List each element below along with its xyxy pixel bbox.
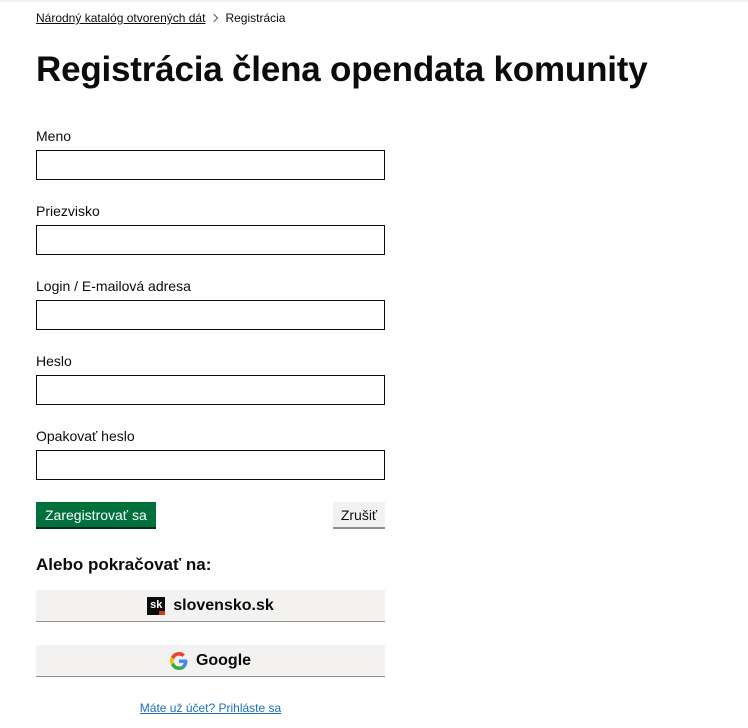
login-link[interactable]: Máte už účet? Prihláste sa	[140, 701, 281, 715]
password-label: Heslo	[36, 353, 72, 369]
first-name-group: Meno	[36, 127, 386, 180]
breadcrumb-home-link[interactable]: Národný katalóg otvorených dát	[36, 11, 205, 25]
password-repeat-input[interactable]	[36, 450, 385, 480]
google-login-button[interactable]: Google	[36, 645, 385, 677]
login-group: Login / E-mailová adresa	[36, 277, 386, 330]
google-logo-icon	[169, 651, 188, 670]
slovensko-sk-logo-icon: sk	[147, 596, 166, 615]
breadcrumb-current: Registrácia	[225, 11, 286, 25]
password-repeat-label: Opakovať heslo	[36, 428, 135, 444]
slovensko-sk-label: slovensko.sk	[173, 596, 274, 614]
password-input[interactable]	[36, 375, 385, 405]
last-name-input[interactable]	[36, 225, 385, 255]
register-button[interactable]: Zaregistrovať sa	[36, 502, 156, 529]
login-email-input[interactable]	[36, 300, 385, 330]
page-title: Registrácia člena opendata komunity	[36, 50, 648, 89]
cancel-button[interactable]: Zrušiť	[333, 502, 385, 529]
slovensko-sk-login-button[interactable]: sk slovensko.sk	[36, 590, 385, 622]
breadcrumb: Národný katalóg otvorených dát Registrác…	[36, 11, 285, 25]
password-group: Heslo	[36, 352, 386, 405]
chevron-right-icon	[210, 13, 219, 23]
first-name-input[interactable]	[36, 150, 385, 180]
top-bar	[0, 0, 748, 2]
first-name-label: Meno	[36, 128, 72, 144]
google-label: Google	[195, 651, 252, 669]
password-repeat-group: Opakovať heslo	[36, 427, 386, 480]
last-name-label: Priezvisko	[36, 203, 100, 219]
alternatives-heading: Alebo pokračovať na:	[36, 555, 212, 574]
last-name-group: Priezvisko	[36, 202, 386, 255]
login-label: Login / E-mailová adresa	[36, 278, 191, 294]
login-link-container: Máte už účet? Prihláste sa	[36, 701, 385, 715]
